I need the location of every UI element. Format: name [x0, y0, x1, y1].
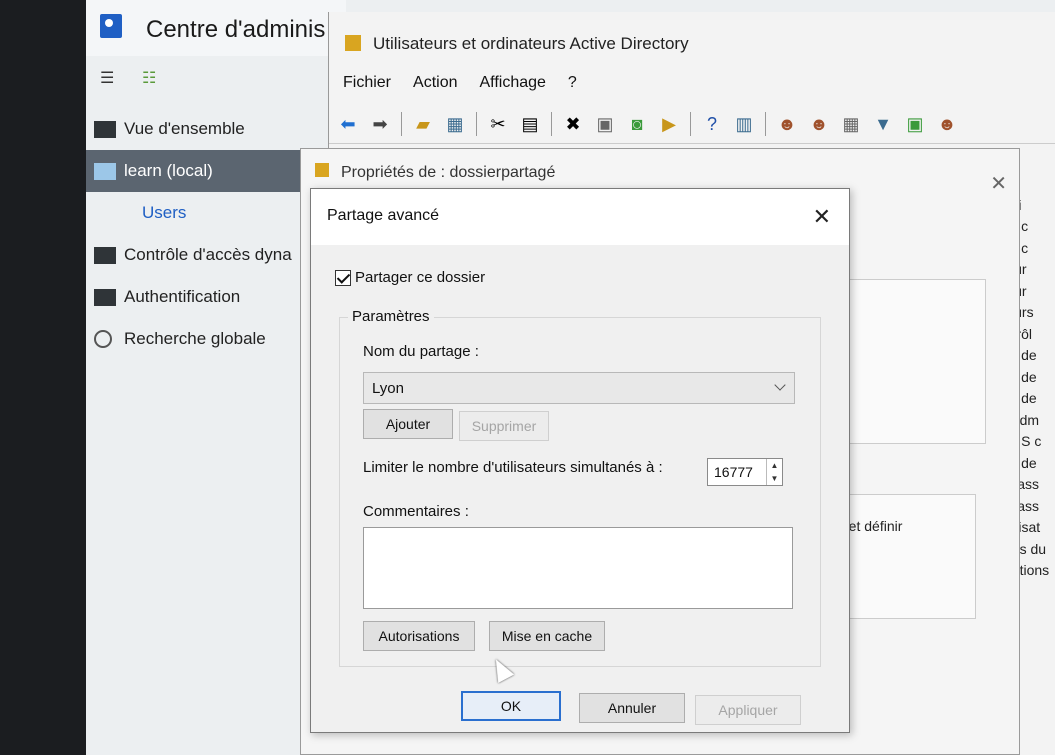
menu-help[interactable]: ?	[568, 74, 577, 92]
toolbar-separator	[690, 111, 691, 136]
view-toggles: ☰ ☷	[86, 58, 346, 98]
share-folder-label: Partager ce dossier	[355, 269, 486, 286]
back-arrow-icon[interactable]: ⬅	[337, 113, 359, 135]
nav-item-overview[interactable]: Vue d'ensemble	[86, 108, 306, 150]
toolbar-separator	[765, 111, 766, 136]
add-button[interactable]: Ajouter	[363, 409, 453, 439]
chevron-down-icon[interactable]	[774, 379, 786, 391]
folder-up-icon[interactable]: ▰	[412, 113, 434, 135]
comments-label: Commentaires :	[363, 503, 469, 520]
delete-icon[interactable]: ✖	[562, 113, 584, 135]
ad-app-icon	[345, 35, 361, 51]
toolbar-separator	[551, 111, 552, 136]
menu-file[interactable]: Fichier	[343, 74, 391, 92]
search-icon	[94, 330, 112, 348]
stepper-arrows-icon[interactable]: ▲ ▼	[766, 459, 782, 485]
nav-item-dynamic-access-control[interactable]: Contrôle d'accès dyna	[86, 234, 306, 276]
ok-button[interactable]: OK	[461, 691, 561, 721]
permissions-button[interactable]: Autorisations	[363, 621, 475, 651]
forward-arrow-icon[interactable]: ➡	[369, 113, 391, 135]
ad-menubar: Fichier Action Affichage ?	[343, 74, 577, 92]
user-limit-stepper[interactable]: 16777 ▲ ▼	[707, 458, 783, 486]
apply-button[interactable]: Appliquer	[695, 695, 801, 725]
user-limit-label: Limiter le nombre d'utilisateurs simulta…	[363, 459, 663, 476]
nav-item-authentication[interactable]: Authentification	[86, 276, 306, 318]
ad-toolbar: ⬅ ➡ ▰ ▦ ✂ ▤ ✖ ▣ ◙ ▶ ? ▥ ☻ ☻ ▦ ▼ ▣ ☻	[329, 104, 1055, 144]
tree-view-icon[interactable]: ☷	[142, 68, 156, 88]
export-icon[interactable]: ▶	[658, 113, 680, 135]
nav-item-global-search[interactable]: Recherche globale	[86, 318, 306, 360]
group-icon[interactable]: ☻	[808, 113, 830, 135]
find-icon[interactable]: ▣	[904, 113, 926, 135]
share-folder-checkbox[interactable]	[335, 269, 351, 286]
user-limit-value: 16777	[714, 464, 753, 480]
advanced-sharing-dialog: Partage avancé ✕ Partager ce dossier Par…	[310, 188, 850, 733]
nav-item-users[interactable]: Users	[86, 192, 306, 234]
help-icon[interactable]: ?	[701, 113, 723, 135]
properties-icon[interactable]: ▣	[594, 113, 616, 135]
properties-close-icon[interactable]: ✕	[990, 171, 1007, 196]
nav-item-learn-local[interactable]: learn (local)	[86, 150, 306, 192]
user-icon[interactable]: ☻	[776, 113, 798, 135]
overview-icon	[94, 120, 116, 138]
paste-icon[interactable]: ▤	[519, 113, 541, 135]
folder-icon	[94, 288, 116, 306]
comments-textarea[interactable]	[363, 527, 793, 609]
cancel-button[interactable]: Annuler	[579, 693, 685, 723]
folder-icon	[315, 163, 329, 177]
close-icon[interactable]: ✕	[813, 206, 831, 228]
share-name-label: Nom du partage :	[363, 343, 479, 360]
cut-icon[interactable]: ✂	[487, 113, 509, 135]
properties-panel	[831, 279, 986, 444]
share-name-value: Lyon	[372, 380, 404, 397]
admin-title-bar: Centre d'adminis	[86, 0, 346, 56]
settings-group: Paramètres	[339, 308, 821, 667]
ad-window-title: Utilisateurs et ordinateurs Active Direc…	[345, 34, 689, 54]
share-folder-checkbox-row[interactable]: Partager ce dossier	[335, 269, 485, 286]
caching-button[interactable]: Mise en cache	[489, 621, 605, 651]
remove-button[interactable]: Supprimer	[459, 411, 549, 441]
menu-action[interactable]: Action	[413, 74, 457, 92]
ou-icon[interactable]: ▦	[840, 113, 862, 135]
advanced-sharing-title: Partage avancé	[327, 207, 440, 224]
menu-view[interactable]: Affichage	[479, 74, 545, 92]
toolbar-separator	[401, 111, 402, 136]
properties-panel	[831, 494, 976, 619]
add-to-group-icon[interactable]: ☻	[936, 113, 958, 135]
toolbar-separator	[476, 111, 477, 136]
admin-nav: Vue d'ensemble learn (local) Users Contr…	[86, 108, 306, 360]
settings-group-legend: Paramètres	[348, 308, 434, 325]
admin-center-app-icon	[100, 14, 122, 38]
console-icon[interactable]: ▥	[733, 113, 755, 135]
domain-icon	[94, 162, 116, 180]
advanced-sharing-header: Partage avancé ✕	[311, 189, 849, 245]
properties-dialog-title: Propriétés de : dossierpartagé	[315, 163, 555, 182]
refresh-icon[interactable]: ◙	[626, 113, 648, 135]
folder-icon	[94, 246, 116, 264]
admin-center-title: Centre d'adminis	[146, 16, 326, 43]
view-icon[interactable]: ▦	[444, 113, 466, 135]
share-name-combobox[interactable]: Lyon	[363, 372, 795, 404]
list-view-icon[interactable]: ☰	[100, 68, 114, 88]
filter-icon[interactable]: ▼	[872, 113, 894, 135]
